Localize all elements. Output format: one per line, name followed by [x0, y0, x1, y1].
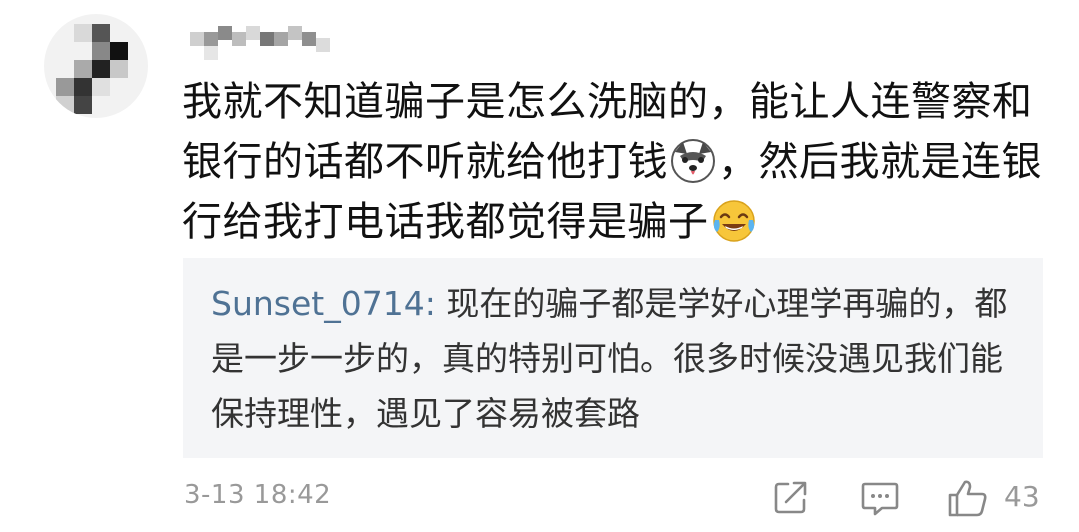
like-count: 43 [1004, 480, 1040, 513]
username-pixel [302, 32, 316, 46]
username-pixel [232, 32, 246, 46]
reply-author[interactable]: Sunset_0714 [211, 284, 425, 323]
avatar[interactable] [44, 14, 148, 118]
timestamp: 3-13 18:42 [184, 480, 332, 510]
username-pixel [316, 38, 330, 52]
reply-colon: : [424, 284, 447, 323]
username-pixel [218, 26, 232, 40]
username-pixel [260, 32, 274, 46]
username-pixel [274, 32, 288, 46]
avatar-pixel [56, 78, 74, 96]
like-icon[interactable] [946, 478, 990, 518]
avatar-pixel [110, 42, 128, 60]
username-pixel [246, 26, 260, 40]
comment-text: 我就不知道骗子是怎么洗脑的，能让人连警察和银行的话都不听就给他打钱 ，然后我就是连… [182, 72, 1052, 252]
avatar-pixel [74, 78, 92, 96]
avatar-pixel [74, 60, 92, 78]
husky-emoji-icon [670, 138, 716, 184]
username-mosaic[interactable] [190, 22, 330, 62]
comment-footer: 3-13 18:42 43 [0, 474, 1079, 526]
avatar-pixel [92, 42, 110, 60]
reply-box[interactable]: Sunset_0714: 现在的骗子都是学好心理学再骗的，都是一步一步的，真的特… [183, 258, 1043, 458]
laughing-crying-emoji-icon [711, 198, 757, 244]
avatar-pixel [110, 60, 128, 78]
avatar-pixel [56, 96, 74, 114]
avatar-pixel [74, 96, 92, 114]
username-pixel [190, 32, 204, 46]
avatar-pixel [92, 60, 110, 78]
username-pixel [288, 26, 302, 40]
username-pixel [204, 32, 218, 46]
username-pixel [204, 46, 218, 60]
avatar-pixel [92, 24, 110, 42]
share-icon[interactable] [772, 478, 810, 516]
comment-icon[interactable] [860, 478, 900, 518]
avatar-pixel [92, 78, 110, 96]
avatar-pixel [74, 24, 92, 42]
